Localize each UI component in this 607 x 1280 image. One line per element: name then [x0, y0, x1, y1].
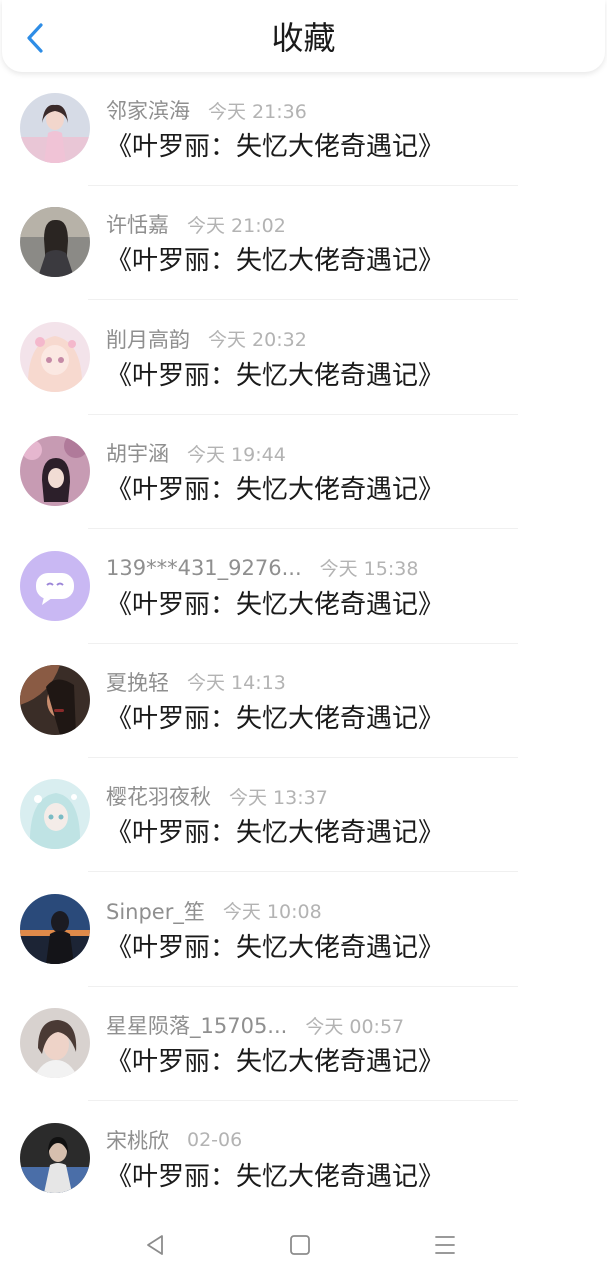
avatar[interactable]: [20, 321, 90, 392]
timestamp: 今天 00:57: [305, 1015, 405, 1038]
divider: [88, 528, 518, 530]
nav-menu-button[interactable]: [428, 1228, 462, 1262]
book-title[interactable]: 《叶罗丽：失忆大佬奇遇记》: [106, 699, 444, 739]
divider: [88, 871, 518, 873]
list-item[interactable]: 胡宇涵 今天 19:44 《叶罗丽：失忆大佬奇遇记》: [0, 421, 607, 535]
page-title: 收藏: [271, 19, 336, 57]
username: 夏挽轻: [106, 670, 169, 695]
avatar[interactable]: [20, 550, 90, 621]
timestamp: 今天 21:36: [208, 100, 307, 123]
divider: [88, 299, 518, 301]
list-item[interactable]: 樱花羽夜秋 今天 13:37 《叶罗丽：失忆大佬奇遇记》: [0, 764, 607, 878]
timestamp: 今天 15:38: [319, 558, 419, 581]
book-title[interactable]: 《叶罗丽：失忆大佬奇遇记》: [106, 1157, 444, 1197]
avatar[interactable]: [20, 436, 90, 507]
book-title[interactable]: 《叶罗丽：失忆大佬奇遇记》: [106, 585, 444, 625]
book-title[interactable]: 《叶罗丽：失忆大佬奇遇记》: [106, 470, 444, 510]
timestamp: 今天 21:02: [187, 214, 286, 237]
list-item[interactable]: 邻家滨海 今天 21:36 《叶罗丽：失忆大佬奇遇记》: [0, 78, 607, 192]
back-triangle-icon: [147, 1235, 163, 1255]
book-title[interactable]: 《叶罗丽：失忆大佬奇遇记》: [106, 127, 444, 167]
list-item[interactable]: 星星陨落_15705... 今天 00:57 《叶罗丽：失忆大佬奇遇记》: [0, 993, 607, 1107]
avatar[interactable]: [20, 893, 90, 964]
divider: [88, 413, 518, 415]
home-square-icon: [290, 1235, 310, 1255]
system-nav-bar: [0, 1210, 607, 1280]
book-title[interactable]: 《叶罗丽：失忆大佬奇遇记》: [106, 928, 444, 968]
divider: [88, 642, 518, 644]
timestamp: 02-06: [187, 1128, 243, 1151]
username: 139***431_9276...: [106, 555, 302, 580]
list-item[interactable]: 削月高韵 今天 20:32 《叶罗丽：失忆大佬奇遇记》: [0, 307, 607, 421]
book-title[interactable]: 《叶罗丽：失忆大佬奇遇记》: [106, 1042, 444, 1082]
timestamp: 今天 20:32: [208, 329, 307, 352]
list-item[interactable]: 许恬嘉 今天 21:02 《叶罗丽：失忆大佬奇遇记》: [0, 192, 607, 306]
timestamp: 今天 19:44: [187, 443, 286, 466]
list-item[interactable]: 夏挽轻 今天 14:13 《叶罗丽：失忆大佬奇遇记》: [0, 650, 607, 764]
divider: [88, 1100, 518, 1102]
book-title[interactable]: 《叶罗丽：失忆大佬奇遇记》: [106, 241, 444, 281]
username: 邻家滨海: [106, 99, 190, 123]
book-title[interactable]: 《叶罗丽：失忆大佬奇遇记》: [106, 356, 444, 396]
username: 樱花羽夜秋: [106, 785, 211, 810]
list-item[interactable]: 宋桃欣 02-06 《叶罗丽：失忆大佬奇遇记》: [0, 1108, 607, 1222]
menu-lines-icon: [435, 1236, 455, 1254]
timestamp: 今天 10:08: [222, 901, 322, 924]
timestamp: 今天 14:13: [187, 672, 286, 695]
nav-back-button[interactable]: [138, 1228, 172, 1262]
username: 削月高韵: [106, 327, 190, 352]
username: Sinper_笙: [106, 899, 205, 924]
divider: [88, 985, 518, 987]
favorites-list: 邻家滨海 今天 21:36 《叶罗丽：失忆大佬奇遇记》 许恬嘉 今天 21:02…: [0, 78, 607, 1222]
nav-home-button[interactable]: [283, 1228, 317, 1262]
username: 胡宇涵: [106, 442, 169, 467]
divider: [88, 185, 518, 186]
username: 宋桃欣: [106, 1128, 169, 1153]
avatar[interactable]: [20, 207, 90, 278]
divider: [88, 756, 518, 758]
avatar[interactable]: [20, 664, 90, 735]
book-title[interactable]: 《叶罗丽：失忆大佬奇遇记》: [106, 813, 444, 853]
avatar[interactable]: [20, 779, 90, 850]
top-bar: 收藏: [2, 0, 605, 72]
username: 星星陨落_15705...: [106, 1014, 288, 1039]
avatar[interactable]: [20, 93, 90, 163]
list-item[interactable]: 139***431_9276... 今天 15:38 《叶罗丽：失忆大佬奇遇记》: [0, 536, 607, 650]
avatar[interactable]: [20, 1008, 90, 1079]
list-item[interactable]: Sinper_笙 今天 10:08 《叶罗丽：失忆大佬奇遇记》: [0, 879, 607, 993]
timestamp: 今天 13:37: [229, 786, 328, 809]
username: 许恬嘉: [106, 213, 169, 238]
avatar[interactable]: [20, 1122, 90, 1193]
